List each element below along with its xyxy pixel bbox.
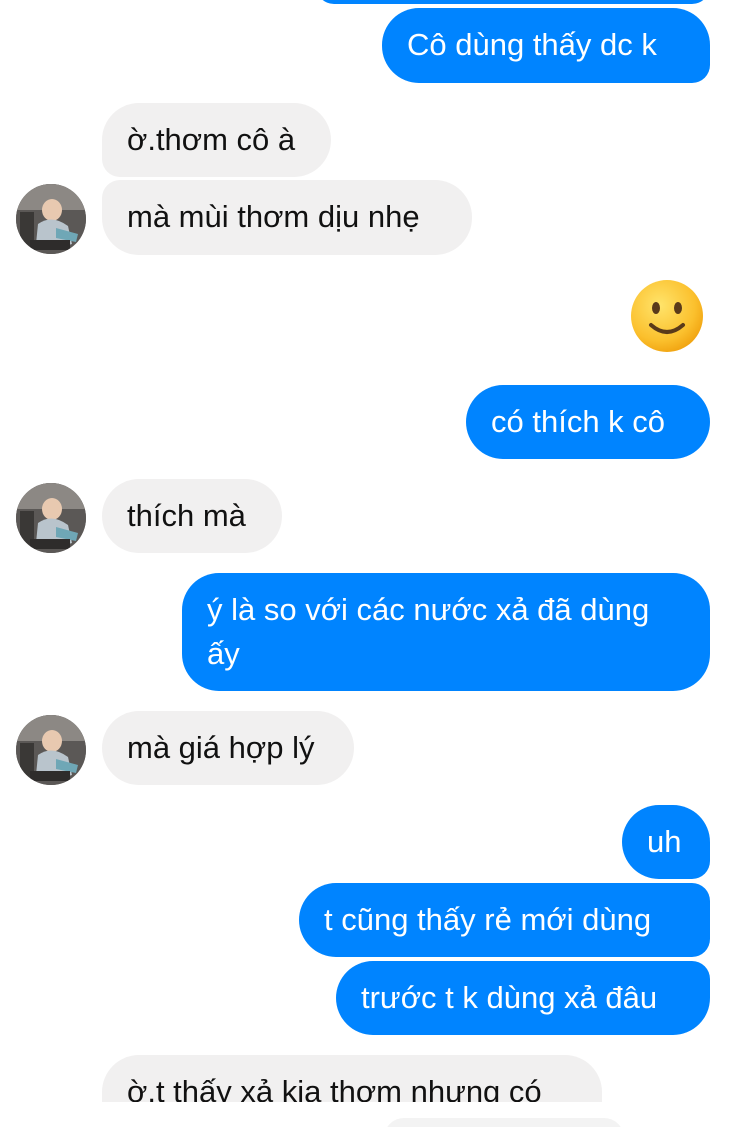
- message-text: trước t k dùng xả đâu: [361, 980, 658, 1015]
- avatar[interactable]: [16, 184, 86, 254]
- message-bubble-partial[interactable]: [316, 0, 710, 4]
- message-text: ý là so với các nước xả đã dùng ấy: [207, 592, 650, 671]
- bottom-overlay: [0, 1102, 750, 1127]
- message-bubble-incoming[interactable]: ờ.thơm cô à: [102, 103, 331, 177]
- message-text: uh: [647, 824, 682, 859]
- message-bubble-incoming[interactable]: thích mà: [102, 479, 282, 553]
- message-bubble-outgoing[interactable]: trước t k dùng xả đâu: [336, 961, 710, 1035]
- message-bubble-outgoing[interactable]: t cũng thấy rẻ mới dùng: [299, 883, 710, 957]
- message-text: t cũng thấy rẻ mới dùng: [324, 902, 652, 937]
- avatar[interactable]: [16, 715, 86, 785]
- message-bubble-incoming[interactable]: mà mùi thơm dịu nhẹ: [102, 180, 472, 255]
- message-bubble-outgoing[interactable]: có thích k cô: [466, 385, 710, 459]
- avatar[interactable]: [16, 483, 86, 553]
- message-text: mà giá hợp lý: [127, 730, 315, 765]
- chat-thread: Cô dùng thấy dc k ờ.thơm cô à mà mùi thơ…: [0, 0, 750, 1127]
- message-bubble-incoming[interactable]: mà giá hợp lý: [102, 711, 354, 785]
- message-bubble-outgoing[interactable]: Cô dùng thấy dc k: [382, 8, 710, 83]
- message-text: mà mùi thơm dịu nhẹ: [127, 199, 420, 234]
- composer-edge: [384, 1118, 624, 1127]
- message-text: Cô dùng thấy dc k: [407, 27, 657, 62]
- message-bubble-outgoing[interactable]: ý là so với các nước xả đã dùng ấy: [182, 573, 710, 691]
- message-text: thích mà: [127, 498, 246, 533]
- message-text: có thích k cô: [491, 404, 666, 439]
- message-bubble-outgoing[interactable]: uh: [622, 805, 710, 879]
- slightly-smiling-face-icon[interactable]: [630, 279, 704, 353]
- message-text: ờ.thơm cô à: [127, 122, 296, 157]
